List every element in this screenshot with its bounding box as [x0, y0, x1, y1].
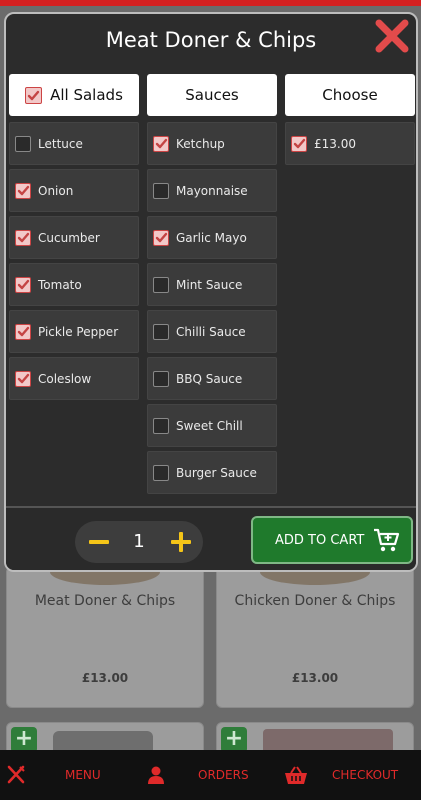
- option-label: Pickle Pepper: [38, 324, 119, 339]
- add-to-cart-button[interactable]: ADD TO CART: [251, 516, 413, 564]
- nav-checkout-label: CHECKOUT: [332, 768, 399, 782]
- option-item[interactable]: Mayonnaise: [147, 169, 277, 212]
- options-columns: All Salads Lettuce Onion Cucumber Tomato Pic…: [9, 74, 415, 508]
- checkbox-checked[interactable]: [153, 135, 169, 152]
- increase-button[interactable]: [165, 526, 197, 558]
- choose-column: Choose £13.00: [285, 74, 415, 165]
- option-item[interactable]: Burger Sauce: [147, 451, 277, 494]
- option-label: Mint Sauce: [176, 277, 243, 292]
- decrease-button[interactable]: [83, 526, 115, 558]
- checkbox-checked[interactable]: [15, 229, 31, 246]
- option-item[interactable]: Cucumber: [9, 216, 139, 259]
- bottom-nav: MENU ORDERS CHECKOUT: [0, 750, 421, 800]
- option-item[interactable]: Mint Sauce: [147, 263, 277, 306]
- checkbox-checked[interactable]: [15, 276, 31, 293]
- nav-menu[interactable]: MENU: [65, 750, 101, 800]
- option-item[interactable]: Garlic Mayo: [147, 216, 277, 259]
- quantity-value: 1: [133, 531, 145, 552]
- menu-card-chicken-doner[interactable]: Chicken Doner & Chips £13.00: [216, 559, 414, 708]
- nav-orders-label: ORDERS: [198, 768, 249, 782]
- option-label: Tomato: [38, 277, 82, 292]
- nav-checkout-icon-item[interactable]: [284, 750, 308, 800]
- option-label: Onion: [38, 183, 74, 198]
- option-label: Coleslow: [38, 371, 92, 386]
- option-label: Garlic Mayo: [176, 230, 247, 245]
- all-salads-header[interactable]: All Salads: [9, 74, 139, 116]
- option-item[interactable]: Pickle Pepper: [9, 310, 139, 353]
- menu-card-price: £13.00: [81, 671, 129, 685]
- all-salads-label: All Salads: [50, 86, 123, 104]
- option-item[interactable]: Lettuce: [9, 122, 139, 165]
- checkbox-checked[interactable]: [15, 370, 31, 387]
- option-label: Mayonnaise: [176, 183, 248, 198]
- checkbox-unchecked[interactable]: [153, 464, 169, 481]
- nav-orders-icon-item[interactable]: [146, 750, 166, 800]
- plus-icon: [171, 532, 191, 552]
- choose-header[interactable]: Choose: [285, 74, 415, 116]
- salads-column: All Salads Lettuce Onion Cucumber Tomato Pic…: [9, 74, 139, 400]
- all-salads-checkbox[interactable]: [25, 86, 43, 104]
- basket-icon: [285, 766, 307, 784]
- checkbox-checked[interactable]: [153, 229, 169, 246]
- menu-card-meat-doner[interactable]: Meat Doner & Chips £13.00: [6, 559, 204, 708]
- add-to-cart-label: ADD TO CART: [275, 532, 365, 548]
- sauces-header-label: Sauces: [185, 86, 239, 104]
- item-options-modal: Meat Doner & Chips All Salads Lettuce Oni…: [4, 12, 418, 572]
- option-label: Lettuce: [38, 136, 83, 151]
- checkbox-unchecked[interactable]: [153, 323, 169, 340]
- checkbox-unchecked[interactable]: [15, 135, 31, 152]
- option-item[interactable]: BBQ Sauce: [147, 357, 277, 400]
- option-label: Burger Sauce: [176, 465, 257, 480]
- option-label: Cucumber: [38, 230, 100, 245]
- user-icon: [148, 766, 164, 784]
- option-label: Chilli Sauce: [176, 324, 246, 339]
- checkbox-checked[interactable]: [291, 135, 307, 152]
- checkbox-unchecked[interactable]: [153, 417, 169, 434]
- menu-card-name: Chicken Doner & Chips: [234, 593, 396, 609]
- checkbox-checked[interactable]: [15, 323, 31, 340]
- option-label: BBQ Sauce: [176, 371, 243, 386]
- close-button[interactable]: [374, 18, 410, 54]
- option-item[interactable]: Tomato: [9, 263, 139, 306]
- checkbox-checked[interactable]: [15, 182, 31, 199]
- checkbox-unchecked[interactable]: [153, 276, 169, 293]
- minus-icon: [89, 540, 109, 544]
- nav-menu-label: MENU: [65, 768, 101, 782]
- option-item[interactable]: Sweet Chill: [147, 404, 277, 447]
- option-label: £13.00: [314, 136, 356, 151]
- option-item[interactable]: £13.00: [285, 122, 415, 165]
- option-item[interactable]: Chilli Sauce: [147, 310, 277, 353]
- modal-footer: 1 ADD TO CART: [6, 506, 416, 570]
- close-icon: [375, 19, 409, 53]
- choose-header-label: Choose: [322, 86, 378, 104]
- nav-checkout[interactable]: CHECKOUT: [332, 750, 398, 800]
- option-item[interactable]: Onion: [9, 169, 139, 212]
- option-item[interactable]: Coleslow: [9, 357, 139, 400]
- modal-title: Meat Doner & Chips: [105, 28, 317, 52]
- menu-card-name: Meat Doner & Chips: [34, 593, 176, 609]
- menu-card-price: £13.00: [291, 671, 339, 685]
- sauces-column: Sauces Ketchup Mayonnaise Garlic Mayo Mint …: [147, 74, 277, 494]
- option-label: Ketchup: [176, 136, 225, 151]
- option-label: Sweet Chill: [176, 418, 243, 433]
- cart-add-icon: [374, 528, 400, 552]
- checkbox-unchecked[interactable]: [153, 182, 169, 199]
- nav-orders[interactable]: ORDERS: [198, 750, 249, 800]
- option-item[interactable]: Ketchup: [147, 122, 277, 165]
- checkbox-unchecked[interactable]: [153, 370, 169, 387]
- quantity-stepper: 1: [75, 521, 203, 563]
- sauces-header[interactable]: Sauces: [147, 74, 277, 116]
- nav-menu-icon-item[interactable]: [6, 750, 26, 800]
- cutlery-icon: [7, 765, 25, 784]
